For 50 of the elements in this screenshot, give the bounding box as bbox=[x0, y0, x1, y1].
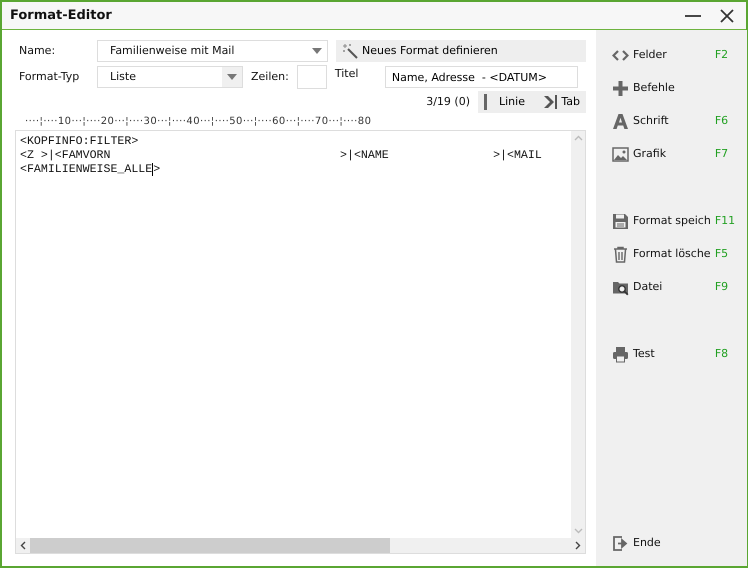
sidebar-button[interactable]: Felder F2 bbox=[612, 44, 737, 66]
title-field[interactable]: Name, Adresse - <DATUM> bbox=[384, 66, 578, 88]
exit-icon bbox=[612, 534, 629, 552]
minimize-icon bbox=[685, 14, 701, 16]
name-dropdown[interactable]: Familienweise mit Mail bbox=[97, 40, 328, 62]
new-format-button[interactable]: Neues Format definieren bbox=[336, 40, 586, 62]
sidebar-button[interactable]: Grafik F7 bbox=[612, 143, 737, 165]
sidebar-button[interactable]: Format lösche F5 bbox=[612, 243, 737, 265]
dropdown-caret-icon[interactable] bbox=[312, 48, 322, 54]
trash-icon bbox=[612, 246, 629, 262]
tab-icon bbox=[542, 94, 558, 110]
window-title: Format-Editor bbox=[10, 6, 113, 25]
position-indicator: 3/19 (0) bbox=[426, 94, 470, 110]
dropdown-caret-icon[interactable] bbox=[227, 74, 237, 80]
rows-label: Zeilen: bbox=[251, 68, 289, 85]
letter-icon bbox=[612, 112, 629, 130]
sidebar-button[interactable]: Format speich F11 bbox=[612, 210, 737, 232]
code-line: <Z >|<FAMVORN >|<NAME >|<MAIL bbox=[20, 149, 543, 163]
ruler: ····¦····10···¦····20···¦····30···¦····40···¦····50···¦····60···¦····70···¦····80 bbox=[25, 115, 372, 129]
magic-wand-icon bbox=[342, 43, 358, 59]
horizontal-scrollbar[interactable] bbox=[16, 538, 585, 553]
title-label: Titel bbox=[334, 66, 360, 82]
format-type-label: Format-Typ bbox=[18, 68, 80, 85]
code-line: <FAMILIENWEISE_ALLE> bbox=[20, 163, 162, 177]
sidebar-button[interactable]: Datei F9 bbox=[612, 276, 737, 298]
tab-button[interactable]: Tab bbox=[536, 91, 586, 113]
line-button[interactable]: Linie bbox=[478, 91, 536, 113]
shortcut-key: F8 bbox=[714, 346, 737, 362]
scroll-left-icon[interactable] bbox=[20, 541, 26, 550]
image-icon bbox=[612, 146, 629, 162]
rows-field[interactable] bbox=[296, 65, 327, 89]
shortcut-key: F5 bbox=[714, 246, 737, 262]
text-editor[interactable]: <KOPFINFO:FILTER> <Z >|<FAMVORN >|<NAME >|<MAIL <FAMILIENWEISE_ALLE> bbox=[15, 130, 586, 554]
printer-icon bbox=[612, 346, 629, 362]
shortcut-key: F6 bbox=[714, 112, 737, 130]
scrollbar-thumb[interactable] bbox=[30, 538, 390, 553]
scroll-right-icon[interactable] bbox=[575, 541, 581, 550]
sidebar-button[interactable]: Test F8 bbox=[612, 343, 737, 365]
shortcut-key: F7 bbox=[714, 146, 737, 162]
close-icon bbox=[720, 8, 734, 22]
shortcut-key: F9 bbox=[714, 278, 737, 296]
plus-icon bbox=[612, 80, 629, 96]
shortcut-key: F11 bbox=[714, 212, 737, 230]
name-label: Name: bbox=[18, 42, 56, 59]
code-line: <KOPFINFO:FILTER> bbox=[20, 135, 140, 149]
sidebar-button[interactable]: Befehle bbox=[612, 77, 737, 99]
sidebar-button[interactable]: Ende bbox=[612, 532, 737, 554]
shortcut-key: F2 bbox=[714, 46, 737, 64]
sidebar-button[interactable]: Schrift F6 bbox=[612, 110, 737, 132]
format-type-dropdown[interactable]: Liste bbox=[97, 66, 243, 88]
